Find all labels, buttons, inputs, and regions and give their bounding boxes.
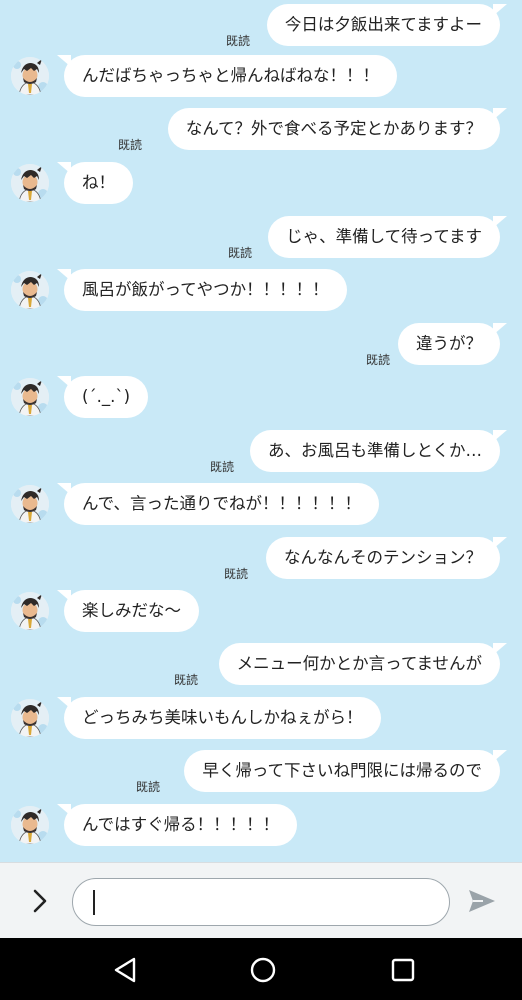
- avatar-character-icon: [11, 485, 49, 523]
- avatar-character-icon: [11, 806, 49, 844]
- send-icon: [469, 890, 495, 912]
- avatar-character-icon: [11, 164, 49, 202]
- message-bubble[interactable]: じゃ、準備して待ってます: [268, 216, 507, 258]
- nav-home-button[interactable]: [248, 955, 278, 985]
- back-triangle-icon: [114, 957, 136, 983]
- avatar[interactable]: [11, 271, 49, 309]
- avatar[interactable]: [11, 164, 49, 202]
- line-chat-screen: 既読 今日は夕飯出来てますよー んだばちゃっちゃと帰んねばねな！！！ 既読 なん…: [0, 0, 522, 1000]
- avatar[interactable]: [11, 592, 49, 630]
- message-bubble[interactable]: んではすぐ帰る！！！！！: [56, 804, 298, 846]
- avatar[interactable]: [11, 485, 49, 523]
- read-receipt: 既読: [135, 780, 160, 794]
- read-receipt: 既読: [365, 353, 390, 367]
- avatar[interactable]: [11, 699, 49, 737]
- message-bubble[interactable]: ね！: [57, 162, 133, 204]
- avatar-character-icon: [11, 699, 49, 737]
- avatar-character-icon: [11, 378, 49, 416]
- message-bubble[interactable]: どっちみち美味いもんしかねぇがら！: [57, 697, 381, 739]
- read-receipt: 既読: [117, 138, 142, 152]
- text-caret: [93, 890, 95, 915]
- read-receipt: 既読: [225, 34, 250, 48]
- message-bubble[interactable]: メニュー何かとか言ってませんが: [218, 643, 508, 685]
- nav-back-button[interactable]: [110, 955, 140, 985]
- message-bubble[interactable]: 風呂が飯がってやつか！！！！！: [57, 269, 347, 311]
- message-bubble[interactable]: なんて？外で食べる予定とかあります？: [167, 108, 508, 150]
- message-bubble[interactable]: 違うが？: [398, 323, 507, 365]
- send-button[interactable]: [464, 883, 500, 919]
- home-circle-icon: [250, 957, 276, 983]
- message-bubble[interactable]: (´._.`): [56, 376, 149, 418]
- message-bubble[interactable]: 今日は夕飯出来てますよー: [266, 4, 508, 46]
- message-input-bar: [0, 862, 522, 938]
- message-bubble[interactable]: あ、お風呂も準備しとくか…: [249, 430, 508, 472]
- message-bubble[interactable]: んで、言った通りでねが！！！！！！: [56, 483, 380, 525]
- android-navigation-bar: [0, 938, 522, 1000]
- avatar[interactable]: [11, 806, 49, 844]
- avatar-character-icon: [11, 592, 49, 630]
- message-bubble[interactable]: んだばちゃっちゃと帰んねばねな！！！: [57, 55, 397, 97]
- chevron-right-icon: [33, 889, 47, 913]
- message-bubble[interactable]: 楽しみだな〜: [57, 590, 199, 632]
- read-receipt: 既読: [223, 567, 248, 581]
- read-receipt: 既読: [227, 246, 252, 260]
- chat-history[interactable]: 既読 今日は夕飯出来てますよー んだばちゃっちゃと帰んねばねな！！！ 既読 なん…: [0, 0, 522, 862]
- expand-menu-button[interactable]: [24, 883, 56, 919]
- avatar[interactable]: [11, 378, 49, 416]
- message-bubble[interactable]: 早く帰って下さいね門限には帰るので: [184, 750, 507, 792]
- nav-recents-button[interactable]: [388, 955, 418, 985]
- avatar-character-icon: [11, 271, 49, 309]
- message-bubble[interactable]: なんなんそのテンション？: [266, 537, 507, 579]
- read-receipt: 既読: [209, 460, 234, 474]
- avatar[interactable]: [11, 57, 49, 95]
- avatar-character-icon: [11, 57, 49, 95]
- read-receipt: 既読: [173, 673, 198, 687]
- message-text-field[interactable]: [72, 878, 450, 926]
- recents-square-icon: [391, 958, 415, 982]
